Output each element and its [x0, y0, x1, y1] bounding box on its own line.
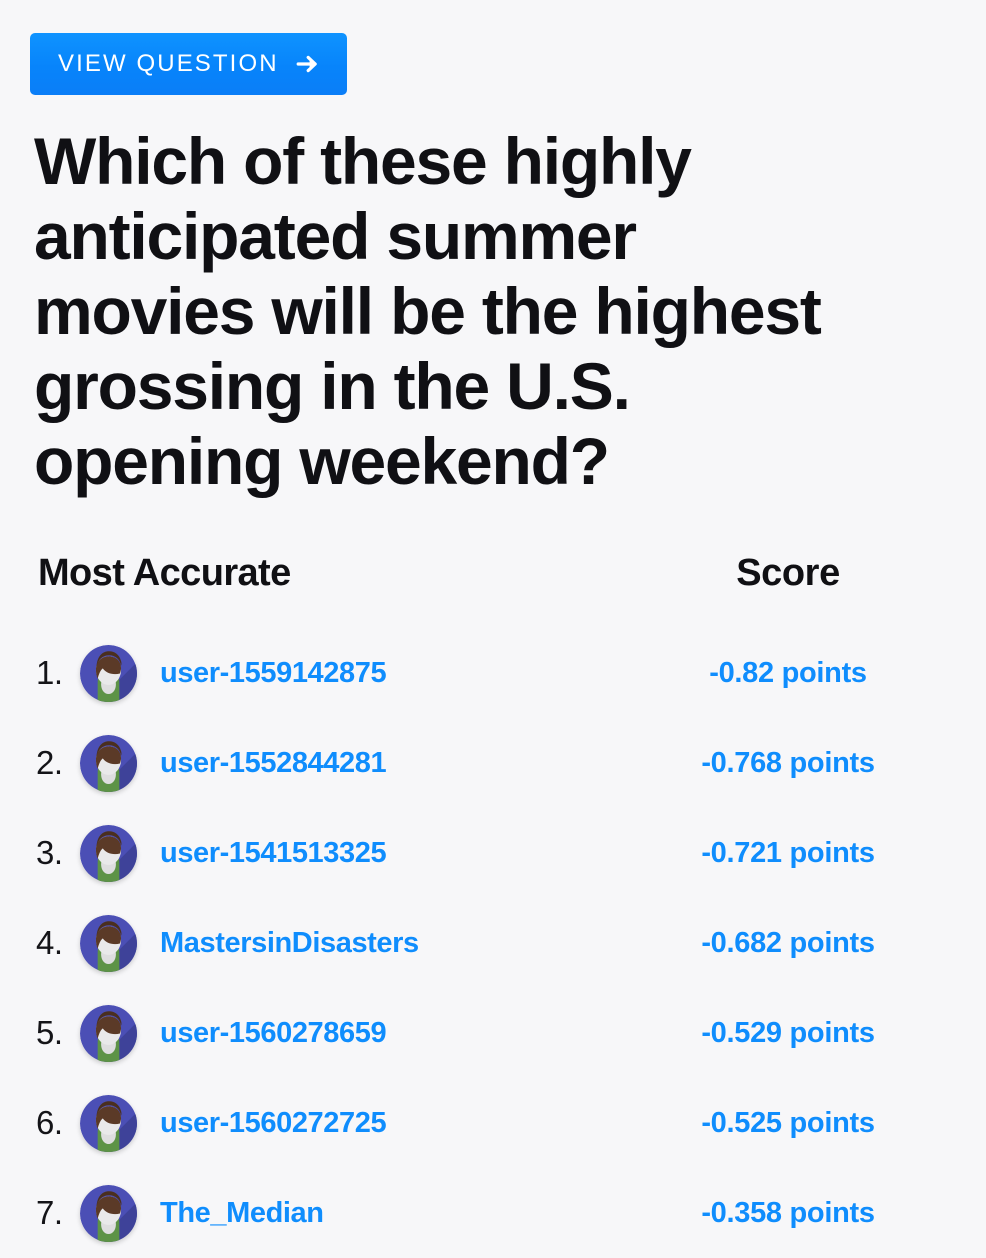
- avatar: [80, 1094, 137, 1152]
- username-link[interactable]: user-1560272725: [160, 1107, 387, 1140]
- avatar: [80, 1184, 137, 1242]
- avatar: [80, 824, 137, 882]
- column-header-most-accurate: Most Accurate: [38, 552, 291, 594]
- score-value: -0.682 points: [701, 926, 875, 959]
- score-value: -0.721 points: [701, 836, 875, 869]
- table-row: 4. MastersinDisasters -0.682 points: [36, 898, 956, 988]
- username-link[interactable]: The_Median: [160, 1197, 324, 1230]
- table-row: 6. user-1560272725 -0.525 points: [36, 1078, 956, 1168]
- cta-container: VIEW QUESTION: [0, 0, 986, 95]
- rank-number: 7.: [36, 1194, 63, 1231]
- table-row: 3. user-1541513325 -0.721 points: [36, 808, 956, 898]
- score-value: -0.82 points: [709, 656, 867, 689]
- rank-number: 1.: [36, 654, 63, 691]
- username-link[interactable]: user-1541513325: [160, 837, 387, 870]
- column-header-score: Score: [736, 552, 840, 594]
- rank-number: 5.: [36, 1014, 63, 1051]
- view-question-button[interactable]: VIEW QUESTION: [30, 33, 347, 95]
- rank-number: 4.: [36, 924, 63, 961]
- score-value: -0.529 points: [701, 1016, 875, 1049]
- table-row: 5. user-1560278659 -0.529 points: [36, 988, 956, 1078]
- score-value: -0.525 points: [701, 1106, 875, 1139]
- avatar: [80, 734, 137, 792]
- question-title: Which of these highly anticipated summer…: [34, 124, 822, 498]
- username-link[interactable]: MastersinDisasters: [160, 927, 419, 960]
- leaderboard-header-row: Most Accurate Score: [0, 552, 986, 595]
- leaderboard-page: VIEW QUESTION Which of these highly anti…: [0, 0, 986, 1242]
- table-row: 1. user-1559142875 -0.82 points: [36, 628, 956, 718]
- score-value: -0.358 points: [701, 1196, 875, 1229]
- arrow-right-icon: [295, 51, 321, 77]
- table-row: 7. The_Median -0.358 points: [36, 1168, 956, 1258]
- username-link[interactable]: user-1552844281: [160, 747, 387, 780]
- username-link[interactable]: user-1559142875: [160, 657, 387, 690]
- score-value: -0.768 points: [701, 746, 875, 779]
- username-link[interactable]: user-1560278659: [160, 1017, 387, 1050]
- view-question-label: VIEW QUESTION: [58, 50, 279, 77]
- table-row: 2. user-1552844281 -0.768 points: [36, 718, 956, 808]
- rank-number: 3.: [36, 834, 63, 871]
- avatar: [80, 1004, 137, 1062]
- rank-number: 2.: [36, 744, 63, 781]
- rank-number: 6.: [36, 1104, 63, 1141]
- leaderboard-list: 1. user-1559142875 -0.82 points 2. user-…: [0, 628, 986, 1258]
- avatar: [80, 644, 137, 702]
- avatar: [80, 914, 137, 972]
